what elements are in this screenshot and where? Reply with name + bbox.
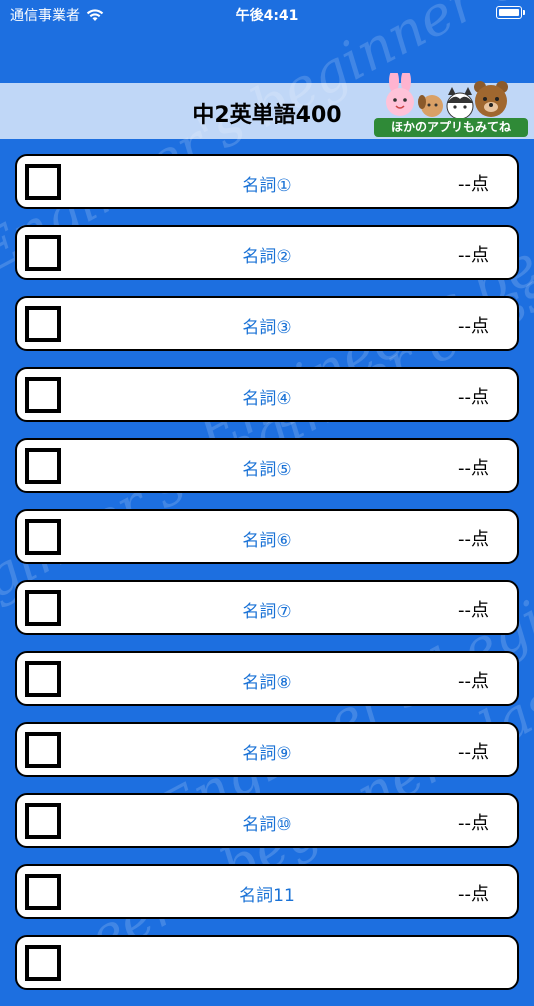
lesson-label: 名詞①	[242, 176, 292, 196]
lesson-label: 名詞⑨	[242, 744, 292, 764]
score-label: --点	[458, 742, 489, 763]
score-label: --点	[458, 884, 489, 905]
score-label: --点	[458, 174, 489, 195]
lesson-label: 名詞②	[242, 247, 292, 267]
lesson-list: 名詞① --点 名詞② --点 名詞③ --点 名詞④ --点 名詞⑤ --点 …	[15, 154, 519, 1006]
score-label: --点	[458, 245, 489, 266]
lesson-label: 名詞③	[242, 318, 292, 338]
battery-icon	[496, 6, 525, 19]
lesson-label: 名詞④	[242, 389, 292, 409]
list-item[interactable]: 名詞③ --点	[15, 296, 519, 351]
lesson-label: 名詞⑩	[242, 815, 292, 835]
list-item[interactable]: 名詞⑨ --点	[15, 722, 519, 777]
lesson-label: 名詞⑦	[242, 602, 292, 622]
score-label: --点	[458, 316, 489, 337]
lesson-label: 名詞⑧	[242, 673, 292, 693]
header-bar: 中2英単語400 ほかのアプリもみてね	[0, 73, 534, 139]
lesson-label: 名詞11	[239, 886, 295, 906]
other-apps-banner[interactable]: ほかのアプリもみてね	[374, 73, 528, 139]
status-bar: 通信事業者 午後4:41	[0, 0, 534, 28]
list-item[interactable]: 名詞⑩ --点	[15, 793, 519, 848]
other-apps-label: ほかのアプリもみてね	[374, 118, 528, 137]
list-item[interactable]: 名詞⑧ --点	[15, 651, 519, 706]
list-item[interactable]: 名詞⑤ --点	[15, 438, 519, 493]
list-item[interactable]: 名詞11 --点	[15, 864, 519, 919]
list-item[interactable]: 名詞⑥ --点	[15, 509, 519, 564]
lesson-label: 名詞⑤	[242, 460, 292, 480]
list-item[interactable]: 名詞④ --点	[15, 367, 519, 422]
score-label: --点	[458, 387, 489, 408]
score-label: --点	[458, 671, 489, 692]
list-item[interactable]: 名詞② --点	[15, 225, 519, 280]
score-label: --点	[458, 529, 489, 550]
score-label: --点	[458, 458, 489, 479]
checkbox[interactable]	[25, 945, 61, 981]
list-item[interactable]: 名詞⑦ --点	[15, 580, 519, 635]
list-item[interactable]: 名詞① --点	[15, 154, 519, 209]
score-label: --点	[458, 813, 489, 834]
animal-characters-icon	[386, 73, 508, 120]
list-item[interactable]	[15, 935, 519, 990]
lesson-label: 名詞⑥	[242, 531, 292, 551]
score-label: --点	[458, 600, 489, 621]
clock: 午後4:41	[235, 8, 299, 24]
